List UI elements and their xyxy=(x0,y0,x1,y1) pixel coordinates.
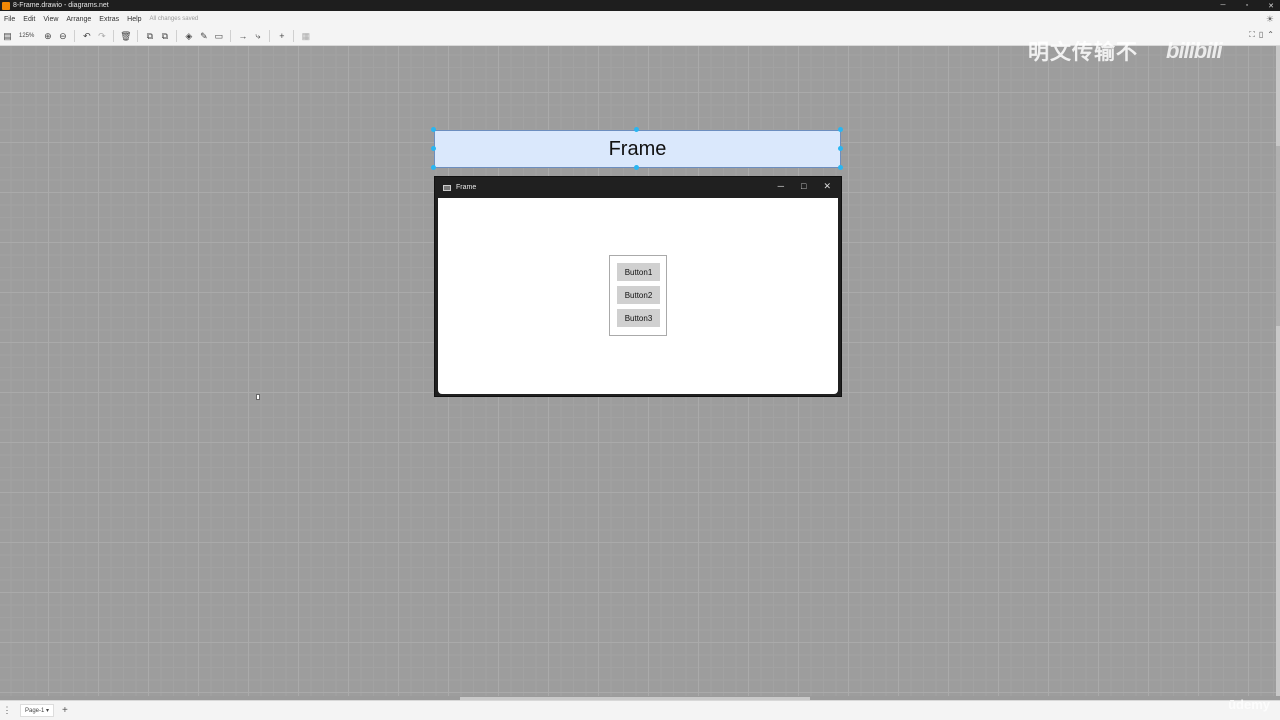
table-icon[interactable]: ▦ xyxy=(298,29,313,44)
menu-view[interactable]: View xyxy=(39,16,62,23)
button2: Button2 xyxy=(617,286,660,304)
frame-window-image[interactable]: Frame ─ □ ✕ Button1 Button2 Button3 xyxy=(434,176,842,397)
resize-handle[interactable] xyxy=(431,127,436,132)
fill-color-icon[interactable]: ◈ xyxy=(181,29,196,44)
window-title-bar: 8-Frame.drawio - diagrams.net ─ ▫ ✕ xyxy=(0,0,1280,11)
menu-file[interactable]: File xyxy=(0,16,19,23)
frame-label-shape[interactable]: Frame xyxy=(434,130,841,168)
page-tab-label: Page-1 xyxy=(25,708,45,714)
redo-icon[interactable]: ↷ xyxy=(94,29,109,44)
toolbar-divider xyxy=(293,30,295,42)
shadow-icon[interactable]: ▭ xyxy=(211,29,226,44)
frame-window-title: Frame xyxy=(456,184,477,191)
toolbar-divider xyxy=(176,30,178,42)
scrollbar-thumb[interactable] xyxy=(1276,146,1280,326)
watermark-text: 明文传输不 xyxy=(1028,41,1138,64)
frame-window-titlebar: Frame ─ □ ✕ xyxy=(435,177,841,198)
to-front-icon[interactable]: ⧉ xyxy=(142,29,157,44)
resize-handle[interactable] xyxy=(634,127,639,132)
bottom-bar: ⋮ Page-1 ▾ + xyxy=(0,700,1280,720)
resize-handle[interactable] xyxy=(634,165,639,170)
menu-arrange[interactable]: Arrange xyxy=(62,16,95,23)
close-icon: ✕ xyxy=(823,181,831,191)
button-panel: Button1 Button2 Button3 xyxy=(609,255,667,336)
toolbar-divider xyxy=(230,30,232,42)
pages-menu-icon[interactable]: ⋮ xyxy=(0,705,14,716)
resize-handle[interactable] xyxy=(838,146,843,151)
fullscreen-icon[interactable]: ⛶ xyxy=(1249,30,1255,40)
resize-handle[interactable] xyxy=(431,165,436,170)
zoom-out-icon[interactable]: ⊖ xyxy=(55,29,70,44)
view-controls: ⛶ ▯ ⌃ xyxy=(1249,30,1274,40)
menu-edit[interactable]: Edit xyxy=(19,16,39,23)
mouse-cursor xyxy=(256,394,260,400)
toolbar-divider xyxy=(137,30,139,42)
line-color-icon[interactable]: ✎ xyxy=(196,29,211,44)
menu-help[interactable]: Help xyxy=(123,16,145,23)
close-icon[interactable]: ✕ xyxy=(1266,2,1276,10)
format-panel-icon[interactable]: ▯ xyxy=(1259,30,1263,40)
maximize-icon[interactable]: ▫ xyxy=(1242,2,1252,9)
button1: Button1 xyxy=(617,263,660,281)
maximize-icon: □ xyxy=(801,181,807,191)
save-status: All changes saved xyxy=(149,16,199,22)
minimize-icon: ─ xyxy=(777,181,785,191)
bilibili-logo: bilibili xyxy=(1166,38,1223,63)
window-controls: ─ ▫ ✕ xyxy=(1218,0,1276,11)
vertical-scrollbar[interactable] xyxy=(1276,46,1280,696)
button3: Button3 xyxy=(617,309,660,327)
delete-icon[interactable]: 🗑 xyxy=(118,29,133,44)
toolbar-divider xyxy=(74,30,76,42)
frame-label-text: Frame xyxy=(608,137,667,160)
waypoints-icon[interactable]: ⤷ xyxy=(250,29,265,44)
connection-icon[interactable]: → xyxy=(235,29,250,44)
menu-bar: File Edit View Arrange Extras Help All c… xyxy=(0,11,1280,27)
resize-handle[interactable] xyxy=(838,165,843,170)
toolbar-divider xyxy=(269,30,271,42)
window-icon xyxy=(443,184,451,191)
zoom-select[interactable]: 125% xyxy=(15,33,40,39)
theme-icon[interactable]: ☀ xyxy=(1266,14,1274,25)
panel-toggle-icon[interactable]: ▤ xyxy=(0,29,15,44)
add-page-icon[interactable]: + xyxy=(62,705,68,716)
frame-window-controls: ─ □ ✕ xyxy=(778,181,831,192)
resize-handle[interactable] xyxy=(431,146,436,151)
page-tab[interactable]: Page-1 ▾ xyxy=(20,704,55,717)
frame-window-body: Button1 Button2 Button3 xyxy=(438,198,838,394)
to-back-icon[interactable]: ⧉ xyxy=(157,29,172,44)
menu-extras[interactable]: Extras xyxy=(95,16,123,23)
undo-icon[interactable]: ↶ xyxy=(79,29,94,44)
zoom-in-icon[interactable]: ⊕ xyxy=(40,29,55,44)
collapse-icon[interactable]: ⌃ xyxy=(1267,30,1274,40)
resize-handle[interactable] xyxy=(838,127,843,132)
drawio-app: 8-Frame.drawio - diagrams.net ─ ▫ ✕ File… xyxy=(0,0,1280,720)
drawio-app-icon xyxy=(2,1,10,10)
udemy-watermark: ūdemy xyxy=(1228,697,1270,712)
minimize-icon[interactable]: ─ xyxy=(1218,2,1228,9)
window-title: 8-Frame.drawio - diagrams.net xyxy=(13,2,109,9)
insert-icon[interactable]: + xyxy=(274,29,289,44)
toolbar-divider xyxy=(113,30,115,42)
